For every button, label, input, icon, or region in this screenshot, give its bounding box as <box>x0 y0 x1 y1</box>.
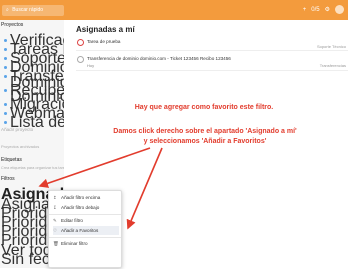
add-icon[interactable]: + <box>303 7 307 13</box>
avatar[interactable] <box>335 5 344 14</box>
annotation-line-1: Hay que agregar como favorito este filtr… <box>134 104 274 111</box>
context-menu: ↥ Añadir filtro encima ↧ Añadir filtro deb… <box>48 190 122 268</box>
menu-item-delete-filter[interactable]: 🗑 Eliminar filtro <box>53 239 119 248</box>
heart-icon: ♡ <box>53 228 58 233</box>
task-complete-checkbox[interactable] <box>77 39 84 46</box>
trash-icon: 🗑 <box>53 241 59 246</box>
project-dot-icon <box>4 89 7 93</box>
labels-header[interactable]: Etiquetas <box>1 157 22 163</box>
task-project-label[interactable]: Transferencias <box>320 63 346 68</box>
menu-divider <box>49 237 121 238</box>
task-title[interactable]: Tarea de prueba <box>87 39 120 44</box>
task-complete-checkbox[interactable] <box>77 56 84 63</box>
task-title[interactable]: Transferencia de dominio dominio.com - T… <box>87 56 231 61</box>
annotation-line-2: Damos click derecho sobre el apartado 'A… <box>113 128 297 135</box>
menu-item-add-filter-below[interactable]: ↧ Añadir filtro debajo <box>53 203 119 212</box>
menu-divider <box>49 214 121 215</box>
filters-header[interactable]: Filtros <box>1 176 15 182</box>
arrow-up-icon: ↥ <box>53 195 57 200</box>
projects-header[interactable]: Proyectos <box>1 22 23 28</box>
top-bar: ⌕ Buscar rápido + 0/5 ⚙ <box>0 0 348 20</box>
divider <box>76 70 348 71</box>
menu-item-add-to-favorites[interactable]: ♡ Añadir a Favoritos <box>53 226 119 235</box>
top-icons: + 0/5 ⚙ <box>303 5 344 14</box>
search-placeholder: Buscar rápido <box>12 7 44 13</box>
labels-hint: Crea etiquetas para organizar tus tareas <box>1 166 69 170</box>
page-title: Asignadas a mí <box>76 25 135 34</box>
add-project-link[interactable]: Añadir proyecto <box>1 127 33 132</box>
task-project-label[interactable]: Soporte Técnico <box>317 44 346 49</box>
settings-icon[interactable]: ⚙ <box>325 6 330 13</box>
archived-projects-link[interactable]: Proyectos archivados <box>1 144 39 149</box>
task-due-date: Hoy <box>87 63 95 68</box>
annotation-line-3: y seleccionamos 'Añadir a Favoritos' <box>143 138 267 145</box>
menu-item-edit-filter[interactable]: ✎ Editar filtro <box>53 216 119 225</box>
search-input[interactable]: ⌕ Buscar rápido <box>2 5 64 16</box>
search-icon: ⌕ <box>6 7 9 13</box>
project-dot-icon <box>4 121 7 125</box>
stats-icon[interactable]: 0/5 <box>311 7 319 13</box>
project-dot-icon <box>4 75 7 79</box>
menu-item-add-filter-above[interactable]: ↥ Añadir filtro encima <box>53 193 119 202</box>
pencil-icon: ✎ <box>53 218 57 223</box>
arrow-down-icon: ↧ <box>53 205 57 210</box>
divider <box>76 50 348 51</box>
